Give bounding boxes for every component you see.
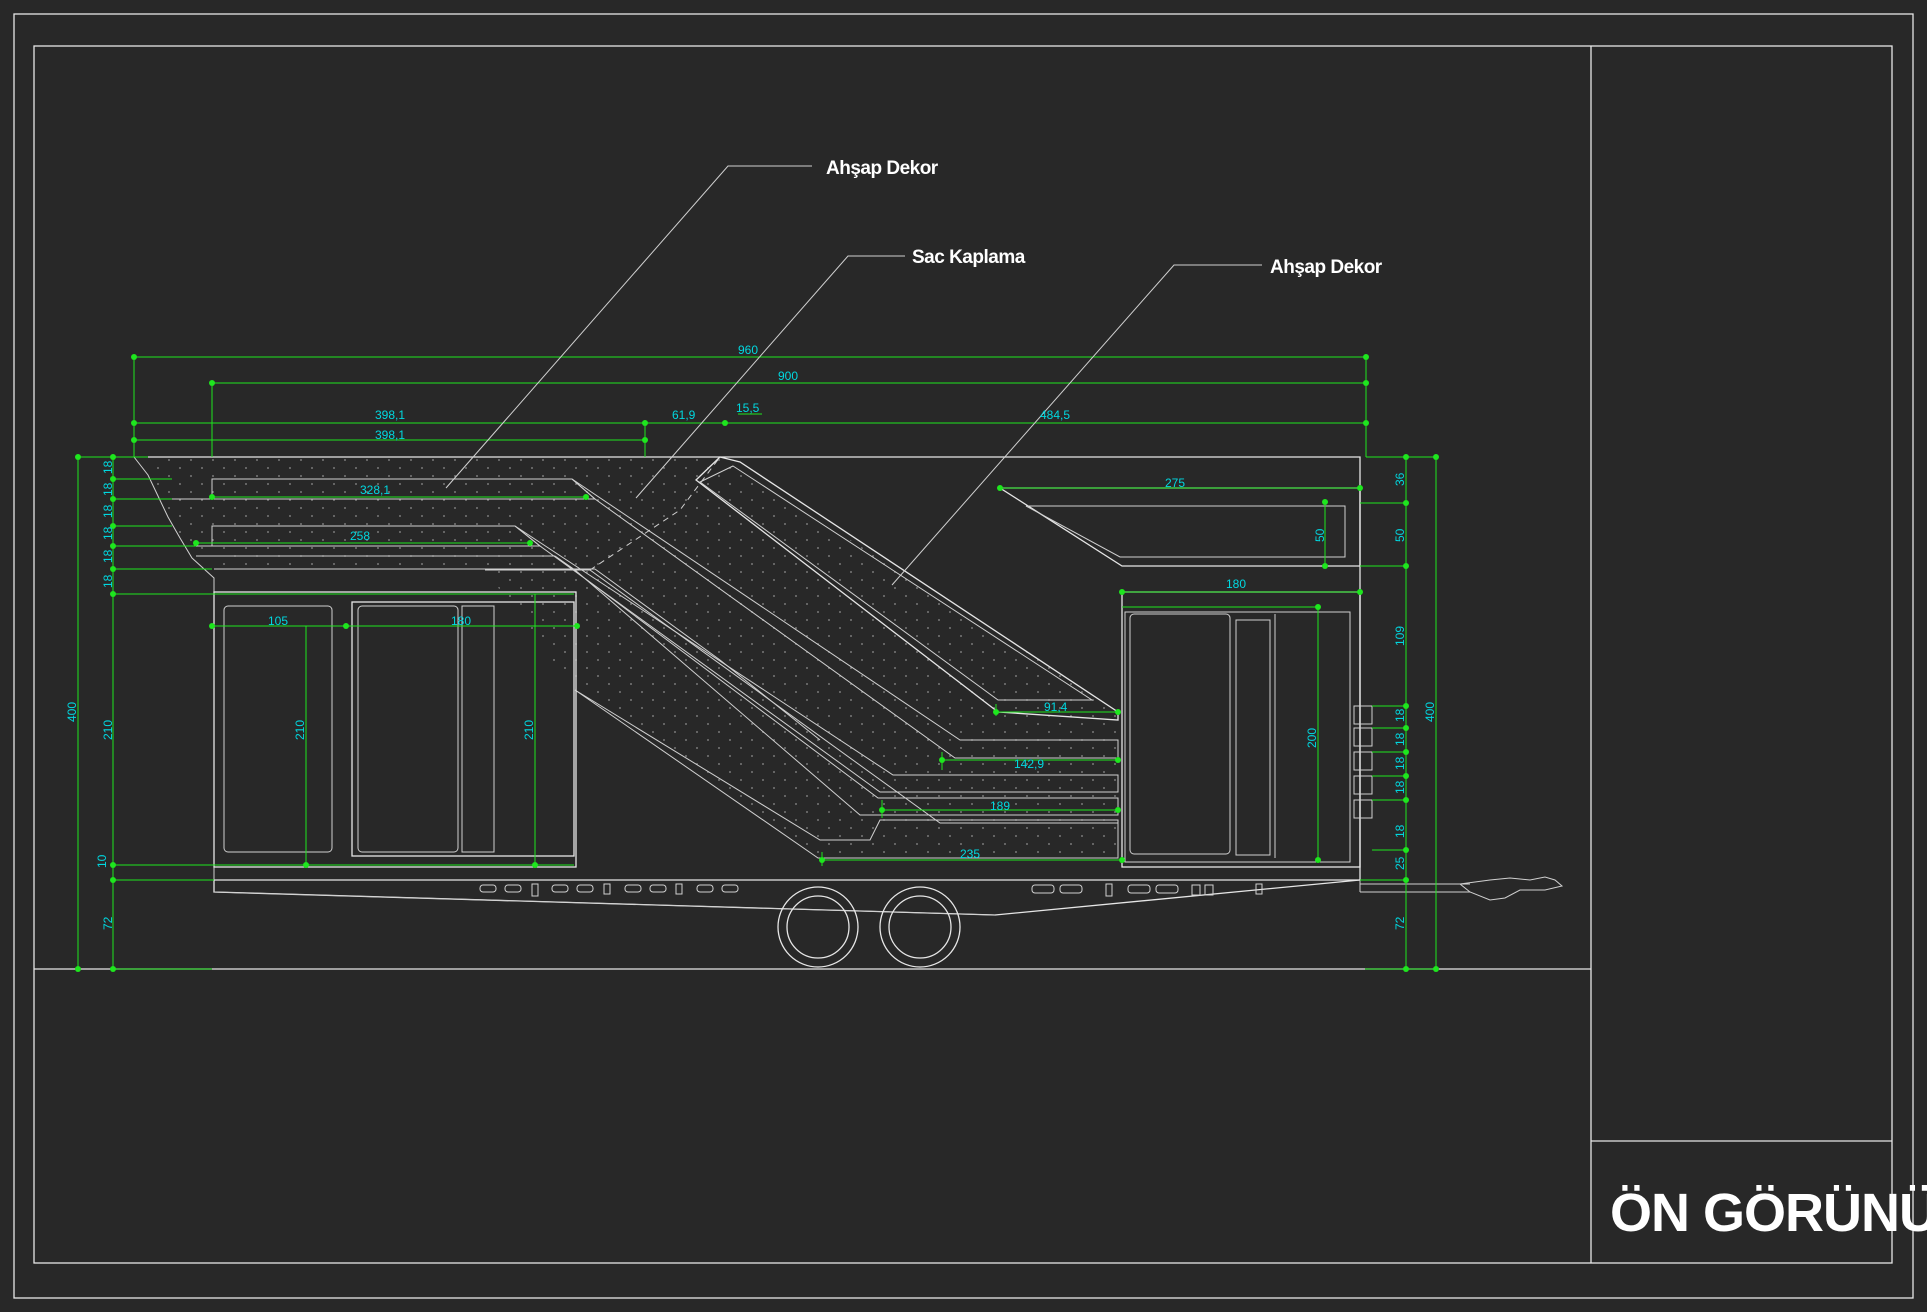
dim-484: 484,5	[1040, 408, 1070, 422]
page-title: ÖN GÖRÜNÜŞ	[1610, 1183, 1927, 1243]
dim-18-l3: 18	[101, 504, 115, 518]
dim-18-r4: 18	[1393, 780, 1407, 794]
dim-15: 15,5	[736, 401, 760, 415]
dim-398-b: 398,1	[375, 428, 405, 442]
dim-142: 142,9	[1014, 757, 1044, 771]
note-sac-kaplama: Sac Kaplama	[912, 247, 1026, 268]
dim-18-l6: 18	[101, 574, 115, 588]
dim-25: 25	[1393, 856, 1407, 870]
dim-900: 900	[778, 369, 798, 383]
dim-18-l5: 18	[101, 549, 115, 563]
dim-400-right: 400	[1423, 702, 1437, 722]
trailer-chassis	[213, 876, 1564, 968]
dim-210-a: 210	[101, 720, 115, 740]
dim-189: 189	[990, 799, 1010, 813]
dim-180-b: 180	[451, 614, 471, 628]
right-door-window-group	[1121, 591, 1373, 868]
dim-105: 105	[268, 614, 288, 628]
upper-awning	[997, 487, 1361, 567]
dim-398-a: 398,1	[375, 408, 405, 422]
dim-50-a: 50	[1313, 528, 1327, 542]
dim-18-l4: 18	[101, 526, 115, 540]
dim-10: 10	[95, 854, 109, 868]
dim-18-l1: 18	[101, 460, 115, 474]
dim-258: 258	[350, 529, 370, 543]
dim-210-b: 210	[293, 720, 307, 740]
dim-180-a: 180	[1226, 577, 1246, 591]
dim-36: 36	[1393, 472, 1407, 486]
note-ahsap-dekor-2: Ahşap Dekor	[1270, 257, 1383, 278]
dim-328: 328,1	[360, 483, 390, 497]
dim-18-r3: 18	[1393, 756, 1407, 770]
dim-400-left: 400	[65, 702, 79, 722]
dim-235: 235	[960, 847, 980, 861]
dim-18-l2: 18	[101, 482, 115, 496]
dim-18-r1: 18	[1393, 708, 1407, 722]
dim-61: 61,9	[672, 408, 696, 422]
dim-91: 91,4	[1044, 700, 1068, 714]
dim-275: 275	[1165, 476, 1185, 490]
dim-50-b: 50	[1393, 528, 1407, 542]
note-ahsap-dekor-1: Ahşap Dekor	[826, 158, 939, 179]
dim-72-right: 72	[1393, 916, 1407, 930]
front-view-drawing: 960 900 398,1 398,1 61,9 15,5 484,5 328,…	[13, 13, 1927, 1299]
dim-960: 960	[738, 343, 758, 357]
dim-210-c: 210	[522, 720, 536, 740]
dim-72-left: 72	[101, 916, 115, 930]
dim-200: 200	[1305, 728, 1319, 748]
dim-18-r2: 18	[1393, 732, 1407, 746]
dim-109: 109	[1393, 626, 1407, 646]
dim-18-r5: 18	[1393, 824, 1407, 838]
